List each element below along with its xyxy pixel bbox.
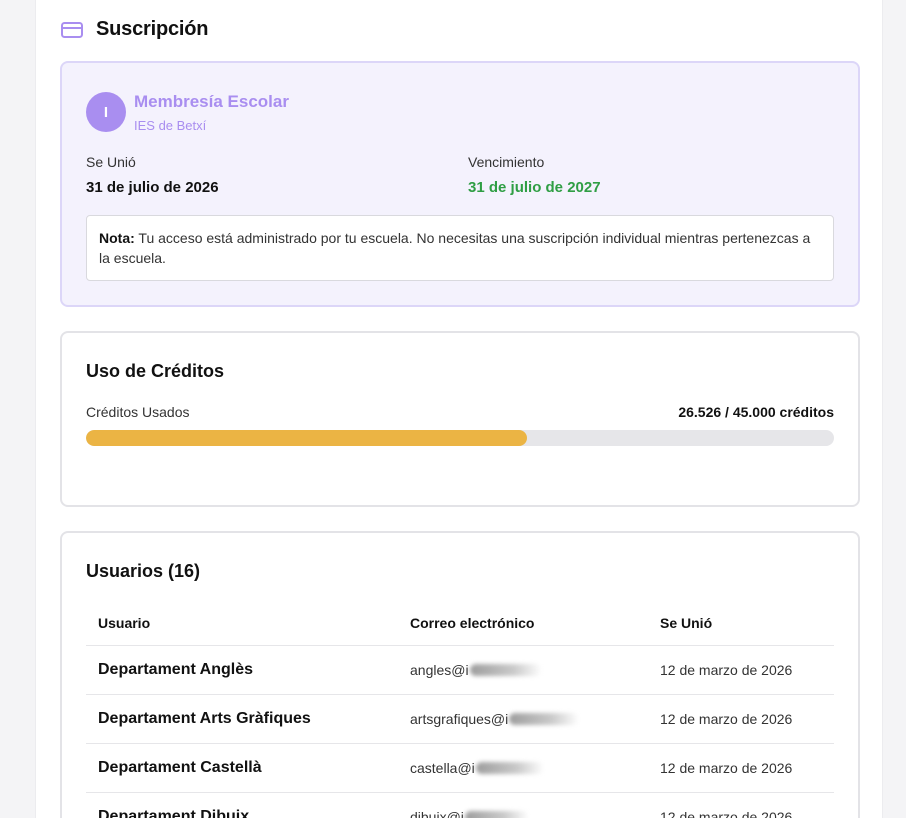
credits-used-value: 26.526 / 45.000 créditos bbox=[678, 404, 834, 420]
redacted-email bbox=[475, 762, 544, 774]
user-email: dibuix@i bbox=[410, 793, 529, 818]
redacted-email bbox=[464, 811, 529, 818]
user-name: Departament Castellà bbox=[98, 759, 262, 776]
avatar: I bbox=[86, 92, 126, 132]
user-name: Departament Dibuix bbox=[98, 808, 250, 818]
user-name: Departament Arts Gràfiques bbox=[98, 710, 311, 727]
subscription-page: Suscripción I Membresía Escolar IES de B… bbox=[35, 0, 883, 818]
membership-title: Membresía Escolar bbox=[134, 92, 289, 111]
users-title: Usuarios (16) bbox=[86, 561, 201, 581]
redacted-email bbox=[469, 664, 542, 676]
user-joined-date: 12 de marzo de 2026 bbox=[660, 711, 793, 727]
table-row[interactable]: Departament Anglès angles@i 12 de marzo … bbox=[86, 646, 834, 695]
users-table: Usuario Correo electrónico Se Unió Depar… bbox=[86, 600, 834, 818]
credits-progress-bar bbox=[86, 430, 834, 446]
user-name: Departament Anglès bbox=[98, 661, 253, 678]
credits-used-label: Créditos Usados bbox=[86, 404, 190, 420]
note-text: Tu acceso está administrado por tu escue… bbox=[99, 230, 811, 266]
user-email: castella@i bbox=[410, 744, 544, 792]
joined-date: 31 de julio de 2026 bbox=[86, 179, 219, 196]
expiry-date: 31 de julio de 2027 bbox=[468, 179, 601, 196]
user-joined-date: 12 de marzo de 2026 bbox=[660, 760, 793, 776]
credit-card-icon bbox=[61, 21, 83, 38]
users-card: Usuarios (16) Usuario Correo electrónico… bbox=[60, 531, 860, 818]
user-email: angles@i bbox=[410, 646, 542, 694]
joined-label: Se Unió bbox=[86, 154, 136, 170]
credits-card: Uso de Créditos Créditos Usados 26.526 /… bbox=[60, 331, 860, 507]
column-header-user: Usuario bbox=[98, 614, 151, 631]
note-label: Nota: bbox=[99, 230, 135, 246]
column-header-email: Correo electrónico bbox=[410, 614, 535, 631]
school-name: IES de Betxí bbox=[134, 118, 207, 133]
note-box: Nota: Tu acceso está administrado por tu… bbox=[86, 215, 834, 281]
credits-title: Uso de Créditos bbox=[86, 361, 225, 381]
table-row[interactable]: Departament Dibuix dibuix@i 12 de marzo … bbox=[86, 793, 834, 818]
page-title: Suscripción bbox=[96, 18, 209, 40]
expiry-label: Vencimiento bbox=[468, 154, 545, 170]
table-header-row: Usuario Correo electrónico Se Unió bbox=[86, 600, 834, 646]
redacted-email bbox=[509, 713, 580, 725]
credits-progress-fill bbox=[86, 430, 527, 446]
membership-card: I Membresía Escolar IES de Betxí Se Unió… bbox=[60, 61, 860, 307]
section-header: Suscripción bbox=[61, 18, 208, 41]
user-joined-date: 12 de marzo de 2026 bbox=[660, 662, 793, 678]
table-row[interactable]: Departament Castellà castella@i 12 de ma… bbox=[86, 744, 834, 793]
user-email: artsgrafiques@i bbox=[410, 695, 580, 743]
user-joined-date: 12 de marzo de 2026 bbox=[660, 809, 793, 818]
column-header-joined: Se Unió bbox=[660, 614, 713, 631]
table-row[interactable]: Departament Arts Gràfiques artsgrafiques… bbox=[86, 695, 834, 744]
